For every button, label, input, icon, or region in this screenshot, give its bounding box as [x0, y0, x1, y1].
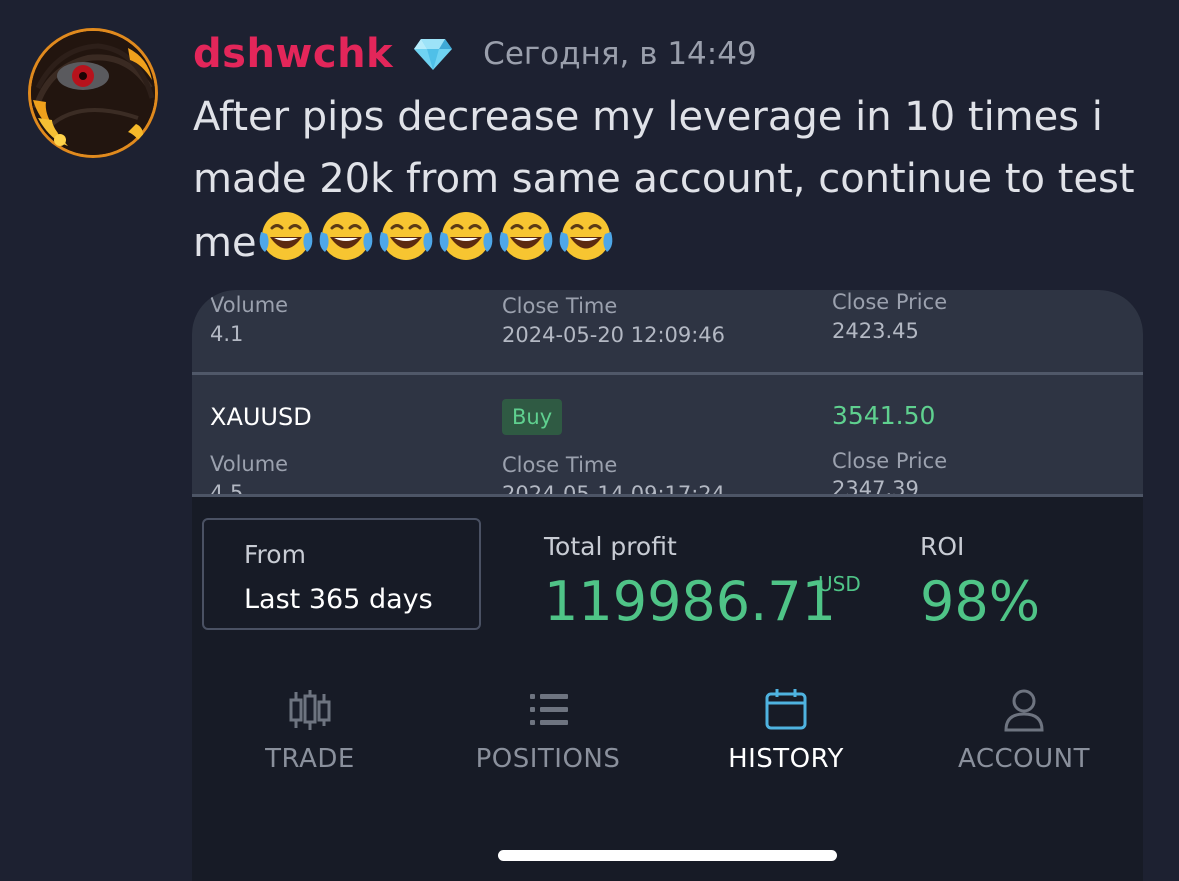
calendar-icon: [762, 688, 810, 732]
period-selector[interactable]: From Last 365 days: [202, 518, 481, 630]
close-price-label: Close Price: [832, 290, 948, 314]
close-price-label: Close Price: [832, 449, 948, 473]
nav-label: TRADE: [265, 744, 355, 774]
person-icon: [1000, 688, 1048, 732]
trade-row[interactable]: XAUUSD Buy 3541.50 Volume 4.5 Close Time…: [192, 375, 1143, 496]
nav-account[interactable]: ACCOUNT: [924, 682, 1124, 792]
face-with-tears-of-joy-icon: [497, 210, 555, 264]
message-text: After pips decrease my leverage in 10 ti…: [193, 86, 1158, 274]
face-with-tears-of-joy-icon: [377, 210, 435, 264]
volume-label: Volume: [210, 293, 289, 317]
roi-label: ROI: [920, 532, 965, 561]
period-value: Last 365 days: [244, 584, 433, 615]
message-timestamp: Сегодня, в 14:49: [483, 36, 757, 72]
total-profit-value: 119986.71: [544, 570, 837, 633]
nav-label: ACCOUNT: [958, 744, 1090, 774]
list-bottom-divider: [192, 494, 1143, 497]
close-time-label: Close Time: [502, 453, 618, 477]
volume-value: 4.1: [210, 322, 244, 346]
trade-side-badge: Buy: [502, 399, 563, 435]
attached-screenshot[interactable]: Volume 4.1 Close Time 2024-05-20 12:09:4…: [192, 290, 1143, 881]
close-time-value: 2024-05-20 12:09:46: [502, 323, 726, 347]
close-time-label: Close Time: [502, 294, 618, 318]
trade-history-list: Volume 4.1 Close Time 2024-05-20 12:09:4…: [192, 290, 1143, 496]
nav-trade[interactable]: TRADE: [210, 682, 410, 792]
trade-symbol: XAUUSD: [210, 403, 312, 431]
profit-currency: USD: [818, 572, 861, 596]
volume-label: Volume: [210, 452, 289, 476]
bottom-nav: TRADE POSITIONS HISTORY ACCOUNT: [192, 682, 1143, 792]
gem-icon[interactable]: [413, 37, 453, 71]
face-with-tears-of-joy-icon: [437, 210, 495, 264]
candlestick-icon: [286, 688, 334, 732]
nav-label: HISTORY: [728, 744, 844, 774]
trade-row[interactable]: Volume 4.1 Close Time 2024-05-20 12:09:4…: [192, 290, 1143, 370]
emoji-row: [257, 210, 615, 264]
list-icon: [524, 688, 572, 732]
face-with-tears-of-joy-icon: [257, 210, 315, 264]
user-avatar[interactable]: [28, 28, 158, 158]
trade-profit: 3541.50: [832, 401, 936, 430]
username[interactable]: dshwchk: [193, 31, 393, 77]
avatar-image: [31, 31, 155, 155]
message-header: dshwchk Сегодня, в 14:49: [193, 28, 757, 80]
period-label: From: [244, 540, 306, 569]
roi-value: 98%: [920, 570, 1041, 633]
face-with-tears-of-joy-icon: [317, 210, 375, 264]
nav-history[interactable]: HISTORY: [686, 682, 886, 792]
face-with-tears-of-joy-icon: [557, 210, 615, 264]
nav-positions[interactable]: POSITIONS: [448, 682, 648, 792]
home-indicator: [498, 850, 837, 861]
close-price-value: 2423.45: [832, 319, 919, 343]
total-profit-label: Total profit: [544, 532, 677, 561]
nav-label: POSITIONS: [475, 744, 621, 774]
